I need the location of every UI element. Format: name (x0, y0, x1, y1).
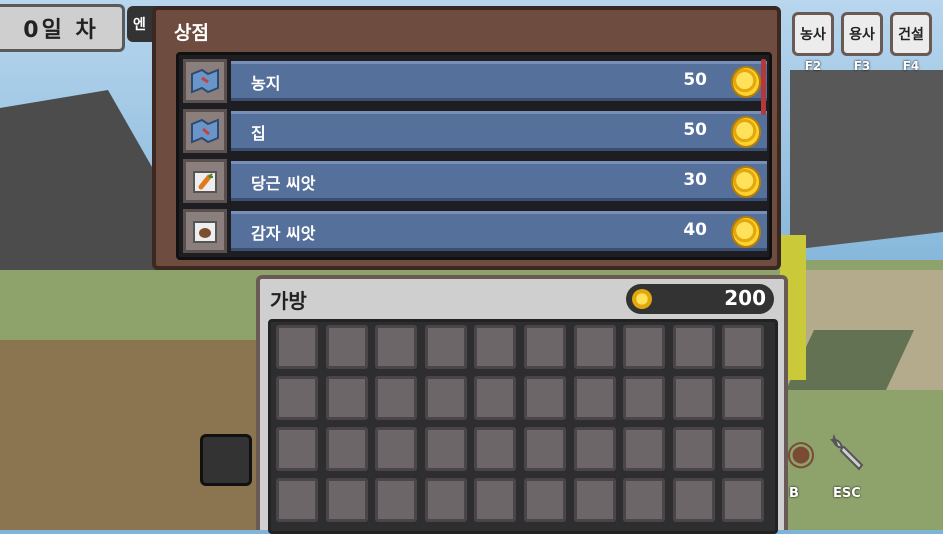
farming-mode-label: 농사 (800, 27, 826, 43)
shop-panel: 상점 농지 50 집 50 당근 씨앗 30 감자 씨앗 40 (152, 6, 781, 270)
shop-list: 농지 50 집 50 당근 씨앗 30 감자 씨앗 40 (176, 52, 772, 260)
inventory-slot[interactable] (623, 478, 666, 522)
inventory-slot[interactable] (623, 427, 666, 471)
gold-coin-icon (731, 116, 761, 148)
gold-coin-icon (731, 66, 761, 98)
shop-item-bar: 당근 씨앗 30 (231, 161, 767, 201)
inventory-slot[interactable] (573, 376, 616, 420)
inventory-slot[interactable] (672, 427, 715, 471)
shop-scrollbar[interactable] (761, 59, 766, 115)
shop-item-bar: 농지 50 (231, 61, 767, 101)
inventory-slot[interactable] (722, 325, 765, 369)
gold-coin-icon (731, 216, 761, 248)
farmland-map-icon (183, 59, 227, 103)
shop-item-house[interactable]: 집 50 (183, 109, 767, 153)
gold-amount: 200 (724, 286, 766, 310)
shop-item-bar: 집 50 (231, 111, 767, 151)
bag-title: 가방 (270, 289, 307, 313)
bag-panel: 가방 200 (256, 275, 788, 534)
inventory-slot[interactable] (325, 478, 368, 522)
day-counter: 0일 차 (0, 4, 125, 52)
inventory-slot[interactable] (672, 478, 715, 522)
inventory-slot[interactable] (722, 427, 765, 471)
shop-item-carrot-seed[interactable]: 당근 씨앗 30 (183, 159, 767, 203)
inventory-slot[interactable] (375, 325, 418, 369)
inventory-slot[interactable] (672, 376, 715, 420)
gold-coin-icon (632, 289, 652, 309)
bag-key-label: B (789, 486, 799, 501)
potato-seed-icon (183, 209, 227, 253)
hero-mode-label: 용사 (849, 27, 875, 43)
build-mode-button[interactable]: 건설 (890, 12, 932, 56)
wrench-icon[interactable] (822, 428, 874, 478)
build-mode-key: F4 (902, 59, 920, 73)
inventory-slot[interactable] (325, 376, 368, 420)
inventory-slot[interactable] (474, 478, 517, 522)
settings-key-label: ESC (833, 486, 861, 501)
inventory-slot[interactable] (375, 376, 418, 420)
inventory-slot[interactable] (722, 376, 765, 420)
shop-title: 상점 (174, 22, 209, 44)
inventory-slot[interactable] (276, 478, 318, 522)
house-map-icon (183, 109, 227, 153)
item-price: 50 (683, 120, 707, 140)
item-name: 농지 (251, 74, 281, 93)
shop-item-farmland[interactable]: 농지 50 (183, 59, 767, 103)
farming-mode-button[interactable]: 농사 (792, 12, 834, 56)
inventory-slot[interactable] (474, 376, 517, 420)
item-price: 50 (683, 70, 707, 90)
inventory-slot[interactable] (672, 325, 715, 369)
item-price: 30 (683, 170, 707, 190)
item-name: 집 (251, 124, 266, 143)
farming-mode-key: F2 (804, 59, 822, 73)
inventory-slot[interactable] (276, 325, 318, 369)
gold-coin-icon (731, 166, 761, 198)
build-mode-label: 건설 (898, 27, 924, 43)
shop-item-bar: 감자 씨앗 40 (231, 211, 767, 251)
hero-mode-key: F3 (853, 59, 871, 73)
shop-item-potato-seed[interactable]: 감자 씨앗 40 (183, 209, 767, 253)
hero-mode-button[interactable]: 용사 (841, 12, 883, 56)
bag-tool-icon[interactable]: ◉ (775, 428, 827, 478)
inventory-slot[interactable] (424, 376, 467, 420)
inventory-slot[interactable] (424, 325, 467, 369)
inventory-slot[interactable] (424, 427, 467, 471)
inventory-slot[interactable] (524, 478, 566, 522)
inventory-slot[interactable] (375, 478, 418, 522)
right-wall (790, 70, 943, 250)
inventory-slot[interactable] (474, 427, 517, 471)
inventory-slot[interactable] (325, 325, 368, 369)
inventory-slot[interactable] (573, 427, 616, 471)
inventory-slot[interactable] (325, 427, 368, 471)
inventory-slot[interactable] (375, 427, 418, 471)
inventory-slot[interactable] (276, 427, 318, 471)
hotbar-slot[interactable] (200, 434, 252, 486)
inventory-slot[interactable] (276, 376, 318, 420)
inventory-slot[interactable] (474, 325, 517, 369)
inventory-slot[interactable] (524, 427, 566, 471)
item-price: 40 (683, 220, 707, 240)
carrot-seed-icon (183, 159, 227, 203)
inventory-slot[interactable] (623, 325, 666, 369)
inventory-slot[interactable] (424, 478, 467, 522)
item-name: 당근 씨앗 (251, 174, 316, 193)
inventory-grid (268, 319, 778, 534)
inventory-slot[interactable] (524, 325, 566, 369)
inventory-slot[interactable] (524, 376, 566, 420)
item-name: 감자 씨앗 (251, 224, 316, 243)
inventory-slot[interactable] (573, 325, 616, 369)
inventory-slot[interactable] (623, 376, 666, 420)
inventory-slot[interactable] (722, 478, 765, 522)
gold-display: 200 (626, 284, 774, 314)
inventory-slot[interactable] (573, 478, 616, 522)
